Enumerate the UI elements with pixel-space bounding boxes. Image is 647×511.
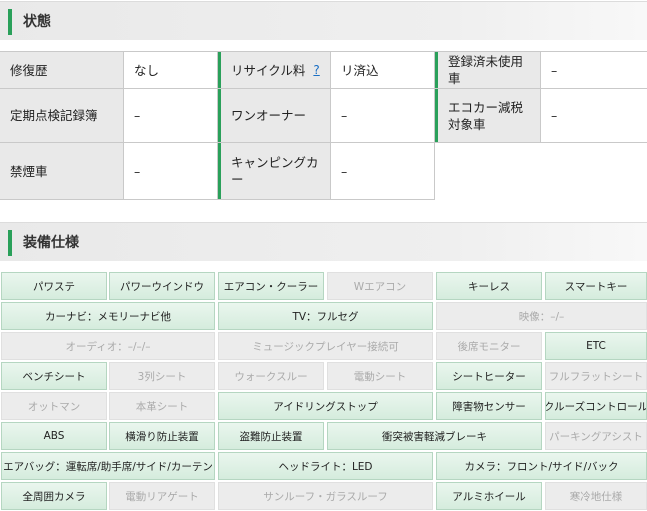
equipment-item: クルーズコントロール [545,392,647,420]
status-section-title: 状態 [23,14,51,30]
recycle-fee-label: リサイクル料 ? [218,52,331,88]
section-accent-bar [8,230,12,256]
equipment-section-title: 装備仕様 [23,235,79,251]
status-table: 修復歴 なし リサイクル料 ? リ済込 登録済未使用車 – 定期点検記録簿 – … [0,51,647,200]
unused-registered-label: 登録済未使用車 [435,52,541,88]
status-section-header: 状態 [0,1,647,40]
equipment-item: ベンチシート [1,362,107,390]
equipment-item: Wエアコン [327,272,433,300]
eco-car-tax-value: – [541,89,647,142]
section-accent-bar [8,9,12,35]
equipment-item: オーディオ：–/–/– [1,332,215,360]
equipment-item: オットマン [1,392,107,420]
equipment-item: カメラ：フロント/サイド/バック [436,452,647,480]
equipment-item: パワーウインドウ [109,272,215,300]
equipment-item: 後席モニター [436,332,542,360]
equipment-item: キーレス [436,272,542,300]
equipment-item: ETC [545,332,647,360]
unused-registered-value: – [541,52,647,88]
equipment-item: 障害物センサー [436,392,542,420]
equipment-item: スマートキー [545,272,647,300]
equipment-item: 電動シート [327,362,433,390]
equipment-item: TV：フルセグ [218,302,433,330]
recycle-fee-help-link[interactable]: ? [313,62,319,79]
equipment-grid: パワステ パワーウインドウ エアコン・クーラー Wエアコン キーレス スマートキ… [0,270,647,511]
equipment-item: パワステ [1,272,107,300]
equipment-item: 衝突被害軽減ブレーキ [327,422,542,450]
maintenance-record-value: – [124,89,218,142]
camping-car-label: キャンピングカー [218,143,331,199]
equipment-item: 映像：–/– [436,302,647,330]
one-owner-label: ワンオーナー [218,89,331,142]
equipment-item: アルミホイール [436,482,542,510]
equipment-item: アイドリングストップ [218,392,433,420]
equipment-item: 横滑り防止装置 [109,422,215,450]
equipment-item: サンルーフ・ガラスルーフ [218,482,433,510]
equipment-item: フルフラットシート [545,362,647,390]
equipment-item: 盗難防止装置 [218,422,324,450]
equipment-item: 全周囲カメラ [1,482,107,510]
equipment-item: ウォークスルー [218,362,324,390]
equipment-item: 3列シート [109,362,215,390]
repair-history-value: なし [124,52,218,88]
recycle-fee-value: リ済込 [331,52,435,88]
non-smoking-label: 禁煙車 [0,143,124,199]
equipment-item: ABS [1,422,107,450]
camping-car-value: – [331,143,435,199]
equipment-item: ヘッドライト：LED [218,452,433,480]
equipment-item: パーキングアシスト [545,422,647,450]
equipment-item: シートヒーター [436,362,542,390]
equipment-item: カーナビ：メモリーナビ他 [1,302,215,330]
equipment-item: 寒冷地仕様 [545,482,647,510]
repair-history-label: 修復歴 [0,52,124,88]
equipment-item: 本革シート [109,392,215,420]
equipment-item: 電動リアゲート [109,482,215,510]
equipment-item: エアバッグ：運転席/助手席/サイド/カーテン [1,452,215,480]
eco-car-tax-label: エコカー減税対象車 [435,89,541,142]
maintenance-record-label: 定期点検記録簿 [0,89,124,142]
equipment-section-header: 装備仕様 [0,222,647,261]
recycle-fee-label-text: リサイクル料 [231,62,306,78]
equipment-item: エアコン・クーラー [218,272,324,300]
non-smoking-value: – [124,143,218,199]
one-owner-value: – [331,89,435,142]
equipment-item: ミュージックプレイヤー接続可 [218,332,433,360]
